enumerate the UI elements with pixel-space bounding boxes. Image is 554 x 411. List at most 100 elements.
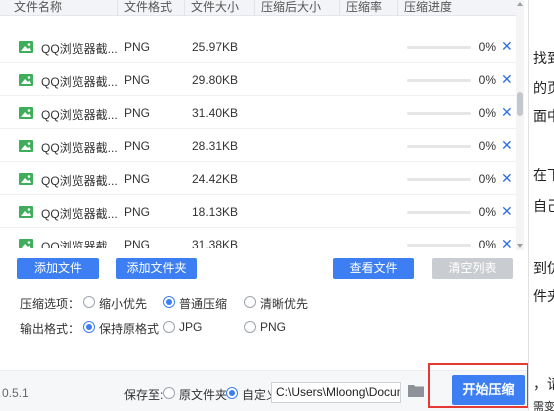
option-compress-normal[interactable]: 普通压缩 [179,295,227,312]
option-original-folder[interactable]: 原文件夹 [179,386,227,403]
radio-compress-smaller[interactable] [83,296,95,308]
file-size: 28.31KB [192,139,239,153]
compression-options-label: 压缩选项： [20,297,81,311]
remove-file-icon[interactable]: ✕ [501,137,513,154]
file-format: PNG [124,172,151,186]
file-format: PNG [124,73,151,87]
file-size: 24.42KB [192,172,239,186]
doc-fragment: 到仿 [533,261,554,277]
option-jpg[interactable]: JPG [179,320,202,334]
image-file-icon [19,206,33,218]
progress-bar [407,178,471,181]
file-size: 31.40KB [192,106,239,120]
col-header-progress[interactable]: 压缩进度 [397,0,518,16]
radio-custom-folder[interactable] [226,387,238,399]
image-file-icon [19,74,33,86]
file-format: PNG [124,205,151,219]
progress-bar [407,145,471,148]
image-file-icon [19,140,33,152]
file-format: PNG [124,238,151,248]
image-file-icon [19,107,33,119]
doc-fragment: 件夹 [533,289,554,305]
image-file-icon [19,173,33,185]
col-header-ratio[interactable]: 压缩率 [339,0,397,16]
progress-bar [407,112,471,115]
radio-png[interactable] [244,321,256,333]
compressor-dialog: 文件名称 文件格式 文件大小 压缩后大小 压缩率 压缩进度 QQ浏览器截... … [0,0,530,411]
progress-percent: 0% [478,205,496,219]
image-file-icon [19,41,33,53]
doc-fragment: ，请 [533,377,554,393]
doc-fragment: 找到 [533,51,554,67]
file-name: QQ浏览器截... [41,207,118,221]
col-header-compressed-size[interactable]: 压缩后大小 [254,0,339,16]
doc-fragment: 的页 [533,81,554,97]
file-name: QQ浏览器截... [41,42,118,56]
table-row[interactable]: QQ浏览器截... PNG 31.38KB 0% ✕ [0,228,518,248]
remove-file-icon[interactable]: ✕ [501,38,513,55]
file-table-header: 文件名称 文件格式 文件大小 压缩后大小 压缩率 压缩进度 [0,0,518,16]
progress-percent: 0% [478,40,496,54]
save-path-input[interactable]: C:\Users\Mloong\Documents [271,382,401,403]
progress-bar [407,244,471,247]
add-file-button[interactable]: 添加文件 [17,258,99,279]
file-name: QQ浏览器截... [41,108,118,122]
image-file-icon [19,239,33,248]
view-file-button[interactable]: 查看文件 [333,258,414,279]
doc-fragment: 在下 [533,168,554,184]
option-keep-format[interactable]: 保持原格式 [99,320,159,337]
table-row[interactable]: QQ浏览器截... PNG 28.31KB 0% ✕ [0,129,518,162]
doc-fragment: 需变 [533,400,554,411]
progress-bar [407,46,471,49]
file-name: QQ浏览器截... [41,174,118,188]
progress-percent: 0% [478,73,496,87]
progress-percent: 0% [478,139,496,153]
file-size: 31.38KB [192,238,239,248]
save-to-label: 保存至: [124,388,164,402]
progress-percent: 0% [478,238,496,248]
file-format: PNG [124,40,151,54]
remove-file-icon[interactable]: ✕ [501,203,513,220]
table-row[interactable]: QQ浏览器截... PNG 29.80KB 0% ✕ [0,63,518,96]
clear-list-button[interactable]: 清空列表 [432,258,513,279]
table-row[interactable]: QQ浏览器截... PNG 31.40KB 0% ✕ [0,96,518,129]
radio-keep-format[interactable] [83,321,95,333]
option-compress-smaller[interactable]: 缩小优先 [99,295,147,312]
file-size: 18.13KB [192,205,239,219]
file-list: QQ浏览器截... PNG 25.97KB 0% ✕ QQ浏览器截... PNG… [0,16,518,248]
radio-original-folder[interactable] [163,387,175,399]
progress-bar [407,79,471,82]
table-row[interactable]: QQ浏览器截... PNG 18.13KB 0% ✕ [0,195,518,228]
col-header-format[interactable]: 文件格式 [117,0,184,16]
radio-jpg[interactable] [163,321,175,333]
scroll-down-icon[interactable] [517,244,523,248]
file-size: 25.97KB [192,40,239,54]
add-folder-button[interactable]: 添加文件夹 [116,258,197,279]
progress-percent: 0% [478,172,496,186]
scroll-up-icon[interactable] [517,2,523,6]
file-name: QQ浏览器截... [41,75,118,89]
option-png[interactable]: PNG [260,320,286,334]
col-header-size[interactable]: 文件大小 [184,0,254,16]
radio-compress-clarity[interactable] [244,296,256,308]
background-document: 找到 的页 面中 在下 自己 到仿 件夹 ，请 需变 [528,0,554,411]
remove-file-icon[interactable]: ✕ [501,170,513,187]
doc-fragment: 自己 [533,199,554,215]
folder-icon[interactable] [408,383,424,397]
scrollbar-thumb[interactable] [517,92,523,116]
list-scrollbar[interactable] [516,0,524,250]
file-size: 29.80KB [192,73,239,87]
file-name: QQ浏览器截... [41,141,118,155]
remove-file-icon[interactable]: ✕ [501,71,513,88]
progress-percent: 0% [478,106,496,120]
remove-file-icon[interactable]: ✕ [501,236,513,248]
col-header-name[interactable]: 文件名称 [0,0,117,16]
radio-compress-normal[interactable] [163,296,175,308]
doc-fragment: 面中 [533,109,554,125]
remove-file-icon[interactable]: ✕ [501,104,513,121]
option-compress-clarity[interactable]: 清晰优先 [260,295,308,312]
table-row[interactable]: QQ浏览器截... PNG 25.97KB 0% ✕ [0,30,518,63]
table-row[interactable]: QQ浏览器截... PNG 24.42KB 0% ✕ [0,162,518,195]
start-compress-button[interactable]: 开始压缩 [452,375,525,405]
progress-bar [407,211,471,214]
